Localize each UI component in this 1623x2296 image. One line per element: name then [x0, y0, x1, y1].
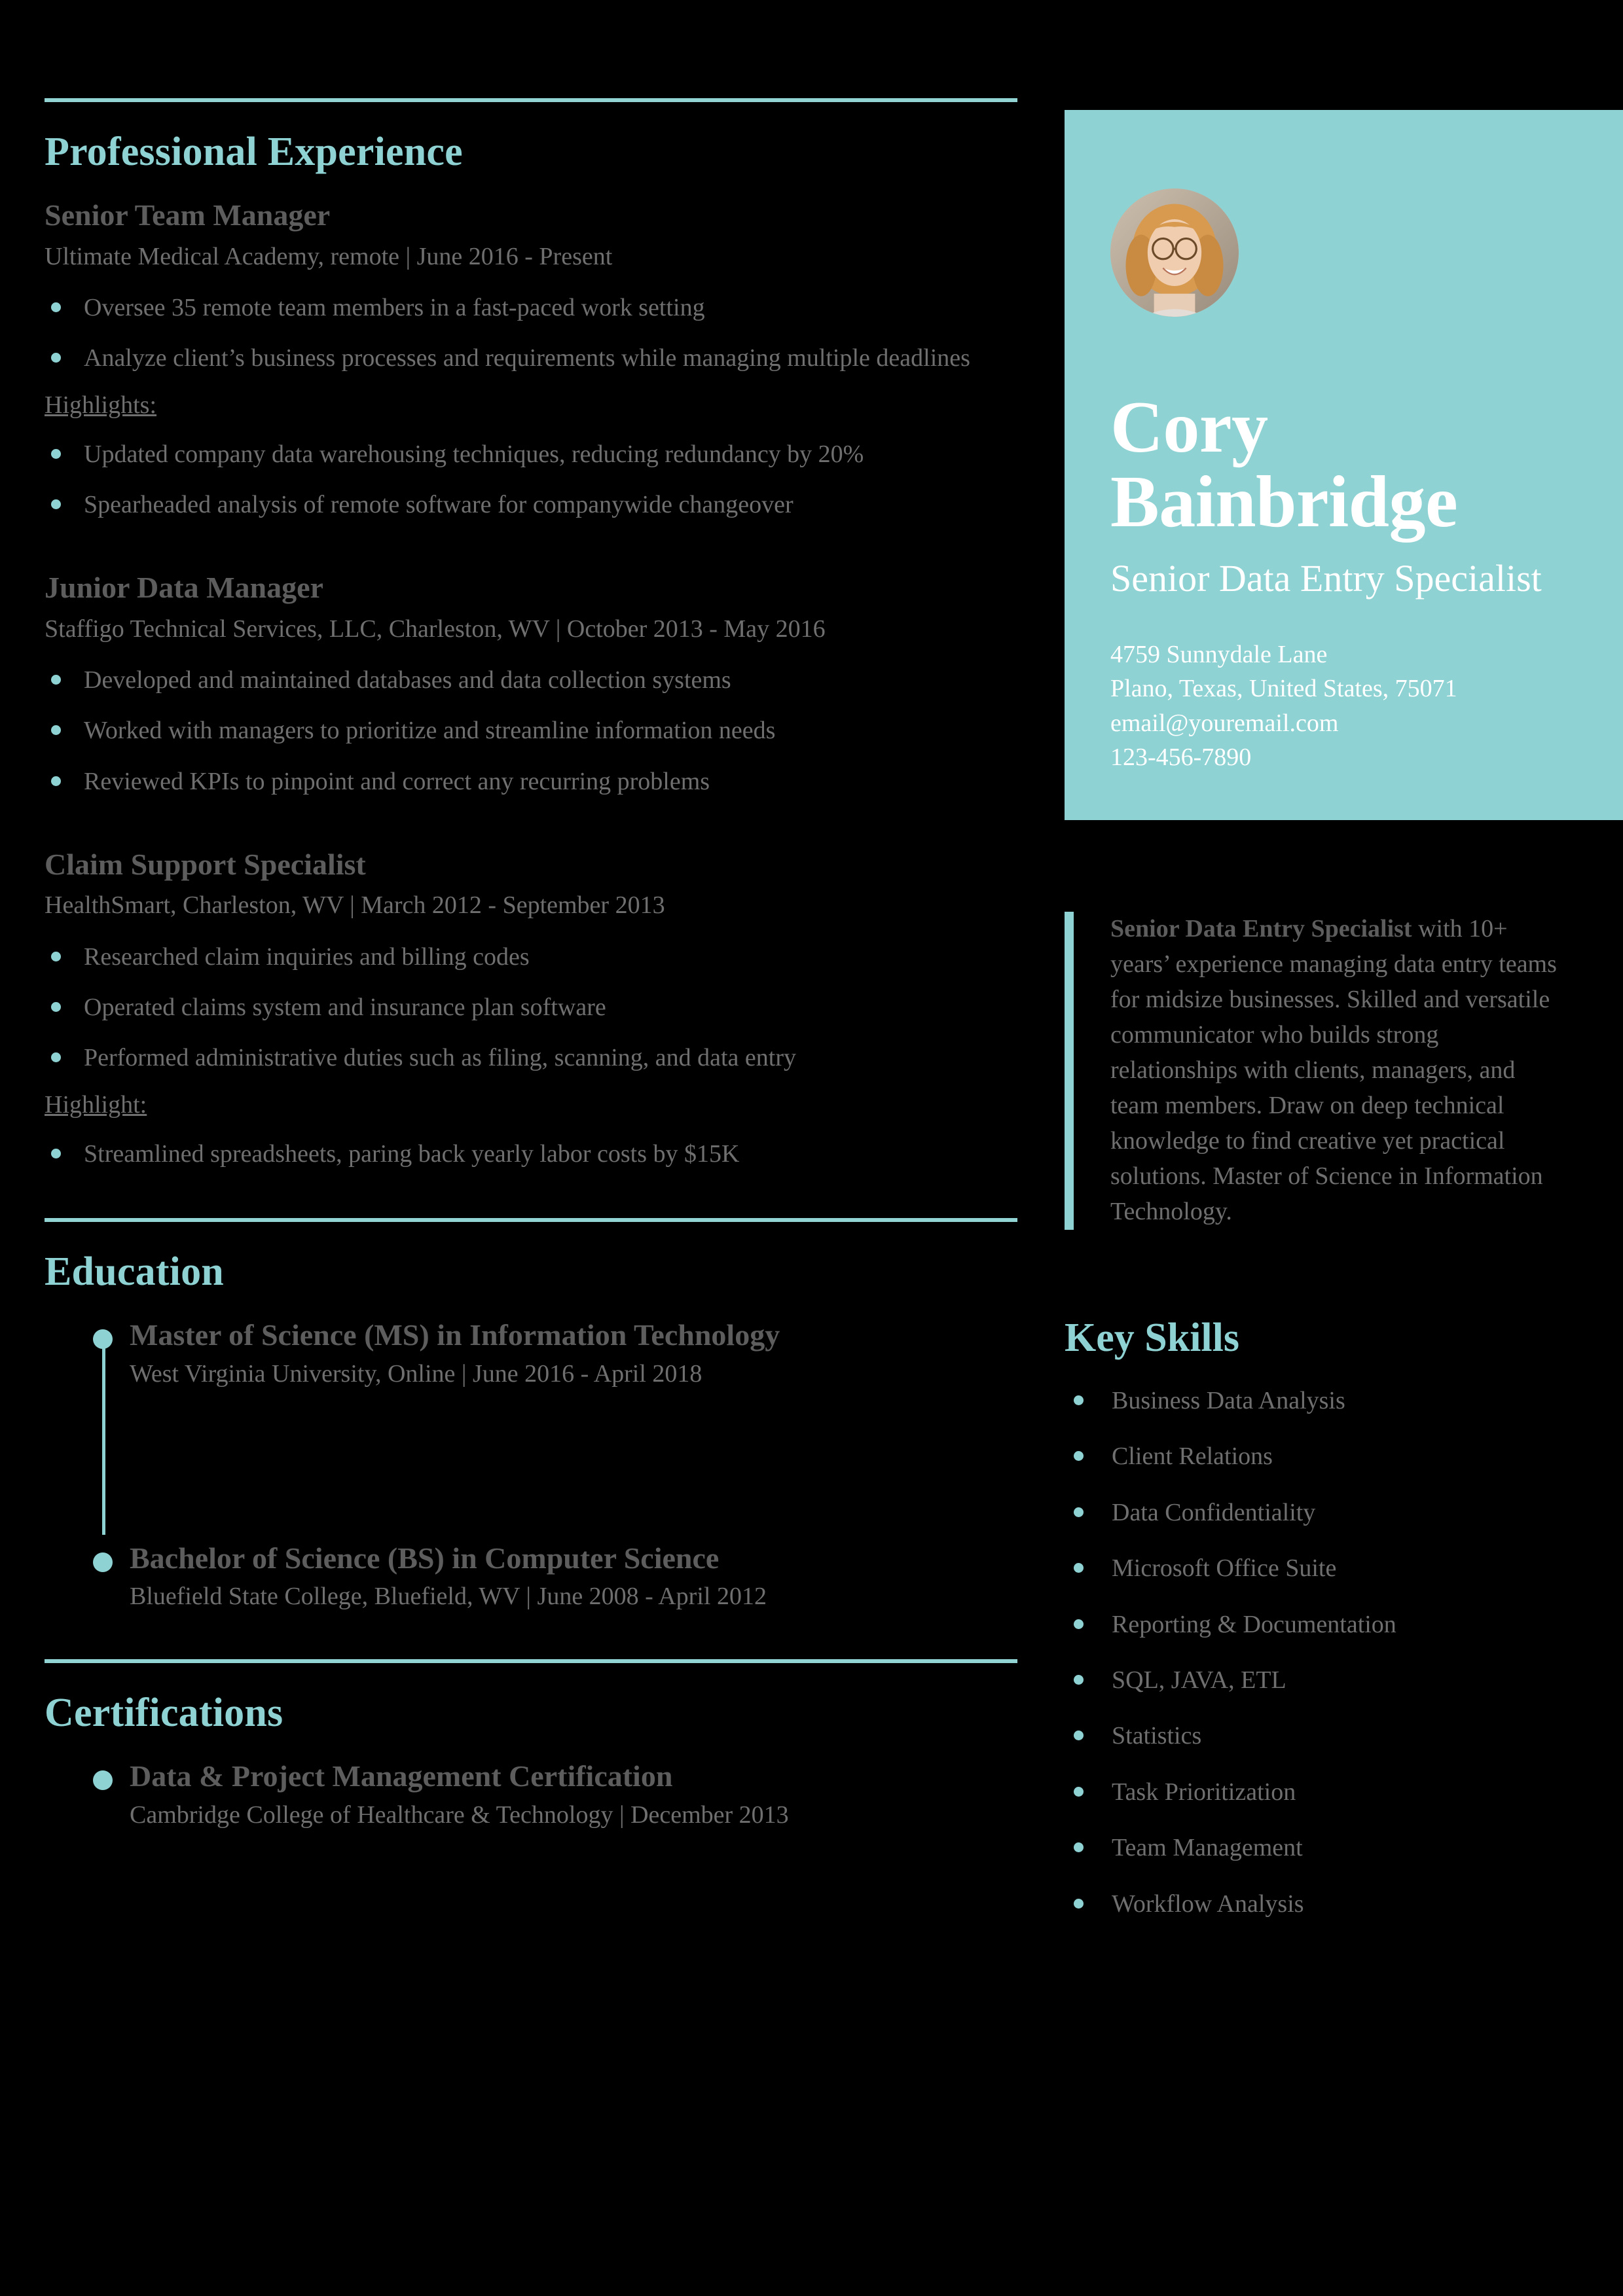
resume-page: Professional Experience Senior Team Mana…: [0, 0, 1623, 2296]
list-item: Performed administrative duties such as …: [45, 1040, 1017, 1076]
list-item: Statistics: [1065, 1720, 1623, 1752]
list-item: SQL, JAVA, ETL: [1065, 1664, 1623, 1696]
skills-section-title: Key Skills: [1065, 1316, 1240, 1361]
experience-section-divider: [45, 98, 1017, 102]
job-meta: HealthSmart, Charleston, WV | March 2012…: [45, 891, 665, 920]
contact-phone[interactable]: 123-456-7890: [1110, 740, 1623, 774]
certifications-section-divider: [45, 1659, 1017, 1663]
certifications-section-title: Certifications: [45, 1690, 283, 1735]
list-item: Workflow Analysis: [1065, 1888, 1623, 1920]
certification-name: Data & Project Management Certification: [130, 1759, 673, 1793]
job-title: Senior Team Manager: [45, 198, 331, 232]
list-item: Task Prioritization: [1065, 1776, 1623, 1808]
list-item: Operated claims system and insurance pla…: [45, 990, 1017, 1026]
list-item: Microsoft Office Suite: [1065, 1552, 1623, 1585]
list-item: Researched claim inquiries and billing c…: [45, 939, 1017, 975]
list-item: Spearheaded analysis of remote software …: [45, 487, 1017, 523]
list-item: Client Relations: [1065, 1441, 1623, 1473]
profile-role: Senior Data Entry Specialist: [1110, 557, 1542, 600]
education-entry: Bachelor of Science (BS) in Computer Sci…: [45, 1539, 1017, 1613]
experience-section-title: Professional Experience: [45, 130, 463, 174]
education-timeline: Master of Science (MS) in Information Te…: [45, 1316, 1017, 1613]
skills-section: Key Skills Business Data Analysis Client…: [1065, 1315, 1623, 1920]
certifications-section: Certifications Data & Project Management…: [45, 1659, 1017, 1831]
summary-text: Senior Data Entry Specialist with 10+ ye…: [1110, 912, 1569, 1230]
education-section-divider: [45, 1217, 1017, 1222]
job-title: Junior Data Manager: [45, 571, 323, 605]
list-item: Oversee 35 remote team members in a fast…: [45, 290, 1017, 326]
job-bullet-list: Researched claim inquiries and billing c…: [45, 939, 1017, 1076]
job-meta: Staffigo Technical Services, LLC, Charle…: [45, 615, 826, 643]
list-item: Business Data Analysis: [1065, 1385, 1623, 1417]
highlight-label: Highlight:: [45, 1090, 147, 1119]
list-item: Team Management: [1065, 1832, 1623, 1864]
list-item: Streamlined spreadsheets, paring back ye…: [45, 1136, 1017, 1172]
list-item: Reviewed KPIs to pinpoint and correct an…: [45, 764, 1017, 800]
list-item: Updated company data warehousing techniq…: [45, 437, 1017, 473]
experience-entry: Claim Support Specialist HealthSmart, Ch…: [45, 846, 1017, 1172]
list-item: Data Confidentiality: [1065, 1497, 1623, 1529]
page-title: Cory Bainbridge: [1110, 387, 1458, 543]
summary-accent-bar: [1065, 912, 1074, 1230]
job-highlight-list: Updated company data warehousing techniq…: [45, 437, 1017, 523]
summary-section: Senior Data Entry Specialist with 10+ ye…: [1065, 912, 1623, 1230]
education-degree: Master of Science (MS) in Information Te…: [130, 1318, 780, 1352]
contact-address-line2: Plano, Texas, United States, 75071: [1110, 675, 1457, 703]
education-meta: West Virginia University, Online | June …: [130, 1359, 702, 1388]
contact-address-line1: 4759 Sunnydale Lane: [1110, 640, 1328, 668]
experience-entry: Junior Data Manager Staffigo Technical S…: [45, 569, 1017, 799]
avatar: [1110, 188, 1239, 317]
highlights-label: Highlights:: [45, 391, 157, 420]
summary-lead: Senior Data Entry Specialist: [1110, 915, 1412, 943]
contact-email[interactable]: email@youremail.com: [1110, 706, 1623, 740]
job-highlight-list: Streamlined spreadsheets, paring back ye…: [45, 1136, 1017, 1172]
list-item: Worked with managers to prioritize and s…: [45, 713, 1017, 749]
job-title: Claim Support Specialist: [45, 847, 366, 881]
education-meta: Bluefield State College, Bluefield, WV |…: [130, 1583, 767, 1611]
education-section-title: Education: [45, 1249, 224, 1294]
summary-rest: with 10+ years’ experience managing data…: [1110, 915, 1557, 1226]
education-entry: Master of Science (MS) in Information Te…: [45, 1316, 1017, 1390]
experience-entry: Senior Team Manager Ultimate Medical Aca…: [45, 196, 1017, 523]
education-section: Education Master of Science (MS) in Info…: [45, 1217, 1017, 1613]
list-item: Reporting & Documentation: [1065, 1609, 1623, 1641]
job-bullet-list: Developed and maintained databases and d…: [45, 662, 1017, 799]
certification-meta: Cambridge College of Healthcare & Techno…: [130, 1801, 789, 1829]
side-column: Cory Bainbridge Senior Data Entry Specia…: [1065, 110, 1623, 1944]
list-item: Developed and maintained databases and d…: [45, 662, 1017, 698]
list-item: Analyze client’s business processes and …: [45, 340, 1017, 376]
certification-entry: Data & Project Management Certification …: [45, 1757, 1017, 1831]
profile-card: Cory Bainbridge Senior Data Entry Specia…: [1065, 110, 1623, 821]
job-bullet-list: Oversee 35 remote team members in a fast…: [45, 290, 1017, 376]
main-column: Professional Experience Senior Team Mana…: [45, 98, 1017, 1831]
education-degree: Bachelor of Science (BS) in Computer Sci…: [130, 1541, 720, 1575]
job-meta: Ultimate Medical Academy, remote | June …: [45, 242, 613, 270]
skills-list: Business Data Analysis Client Relations …: [1065, 1385, 1623, 1920]
